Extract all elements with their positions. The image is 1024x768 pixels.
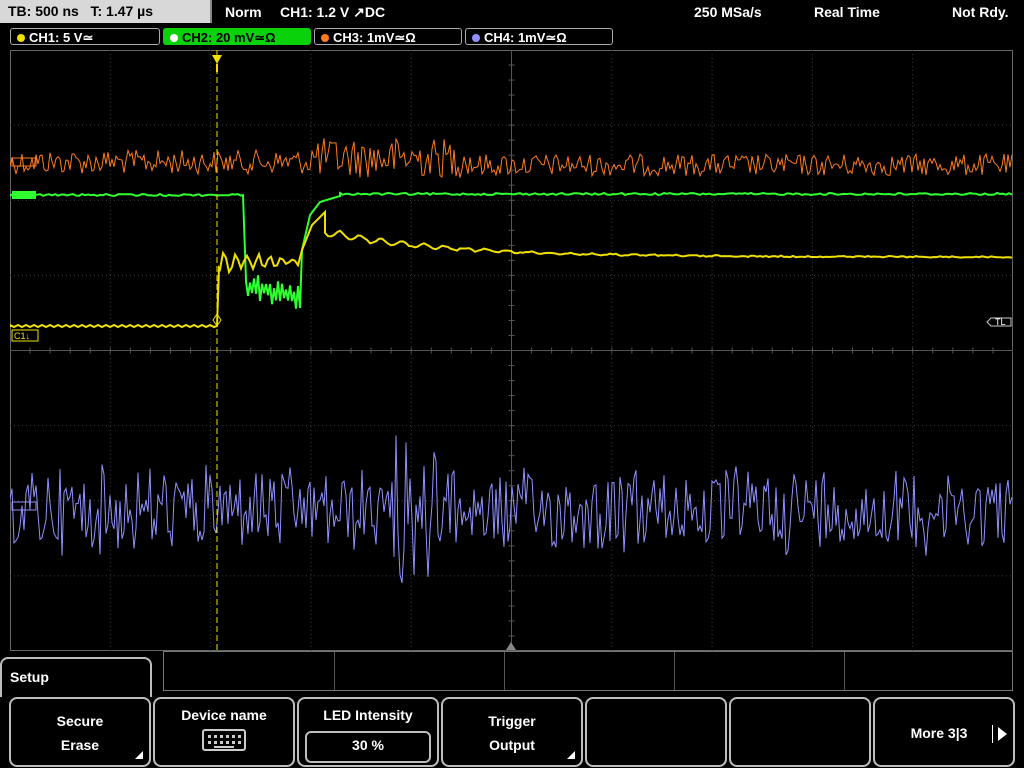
softkey-empty-5[interactable] [585,697,727,767]
softkey-label: Erase [60,737,100,753]
horizontal-position-marker [506,642,516,650]
trigger-source[interactable]: CH1: 1.2 V ↗DC [280,0,385,24]
softkey-empty-6[interactable] [729,697,871,767]
timebase-value: TB: 500 ns [8,3,79,19]
ch2-offset-marker[interactable] [12,191,36,199]
secure-erase-button[interactable]: Secure Erase [9,697,151,767]
keyboard-icon [202,729,246,751]
channel-tab-ch4[interactable]: CH4: 1mV≃Ω [465,28,613,45]
more-menu-button[interactable]: More 3|3 [873,697,1015,767]
device-name-button[interactable]: Device name [153,697,295,767]
info-cell [674,652,845,690]
ch1-label: CH1: 5 V≃ [29,30,94,45]
menu-title-setup: Setup [0,657,152,697]
sample-rate: 250 MSa/s [694,4,762,20]
ch1-offset-marker[interactable]: C1↓ [11,329,39,342]
ch4-label: CH4: 1mV≃Ω [484,30,567,45]
ch2-color-dot [170,33,178,42]
channel-tab-ch2[interactable]: CH2: 20 mV≃Ω [163,28,311,45]
info-strip [163,642,1013,691]
ch2-label: CH2: 20 mV≃Ω [182,30,276,45]
ch1-color-dot [17,33,25,42]
info-cell [164,652,335,690]
submenu-indicator-icon [567,751,575,759]
led-intensity-button[interactable]: LED Intensity 30 % [297,697,439,767]
info-cell [504,652,675,690]
arrow-right-icon [998,727,1007,741]
led-intensity-value[interactable]: 30 % [305,731,431,763]
softkey-label: Device name [181,707,267,723]
ch3-color-dot [321,33,329,42]
softkey-label: Trigger [488,713,536,729]
info-cell [334,652,505,690]
ch4-color-dot [472,33,480,42]
more-bar [992,725,993,743]
trigger-mode[interactable]: Norm [225,0,262,24]
trigger-level-marker[interactable]: TL [986,317,1012,327]
trigger-time-value: T: 1.47 µs [90,3,154,19]
timebase-readout[interactable]: TB: 500 ns T: 1.47 µs [0,0,212,23]
ch3-label: CH3: 1mV≃Ω [333,30,416,45]
menu-title-label: Setup [10,669,49,685]
softkey-label: Output [489,737,535,753]
channel-tab-ch3[interactable]: CH3: 1mV≃Ω [314,28,462,45]
softkey-label: Secure [56,713,104,729]
status-bar: TB: 500 ns T: 1.47 µs Norm CH1: 1.2 V ↗D… [0,0,1024,24]
trigger-state: Not Rdy. [952,4,1009,20]
waveform-display[interactable]: C1↓ TL [10,50,1013,651]
ch1-marker-label: C1↓ [14,331,30,341]
channel-tab-ch1[interactable]: CH1: 5 V≃ [10,28,160,45]
trigger-level-label: TL [995,317,1006,327]
softkey-label: LED Intensity [323,707,413,723]
submenu-indicator-icon [135,751,143,759]
acquisition-mode: Real Time [814,4,880,20]
trigger-output-button[interactable]: Trigger Output [441,697,583,767]
